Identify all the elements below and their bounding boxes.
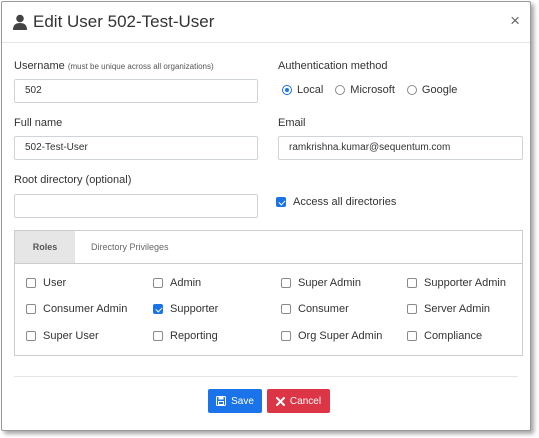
checkbox-checked-icon [153,304,163,314]
auth-radio-google[interactable]: Google [406,84,458,96]
role-label: Consumer Admin [43,303,128,315]
auth-radio-microsoft[interactable]: Microsoft [335,84,395,96]
role-reporting[interactable]: Reporting [153,330,218,342]
role-label: Super User [43,330,99,342]
username-label-text: Username [14,60,65,72]
floppy-disk-icon [216,396,227,406]
role-server-admin[interactable]: Server Admin [407,303,490,315]
cancel-button-label: Cancel [289,395,322,407]
role-label: Super Admin [298,277,361,289]
role-label: Compliance [424,330,483,342]
role-label: User [43,277,67,289]
cancel-button[interactable]: Cancel [267,389,330,413]
tab-directory-privileges[interactable]: Directory Privileges [91,231,169,263]
checkbox-icon [407,304,417,314]
role-admin[interactable]: Admin [153,277,201,289]
auth-method-label: Authentication method [278,60,388,72]
radio-unselected-icon [406,85,417,95]
role-label: Reporting [170,330,218,342]
footer-divider [14,376,518,377]
dialog-title: Edit User 502-Test-User [13,12,214,32]
username-label: Username (must be unique across all orga… [14,60,214,72]
role-supporter[interactable]: Supporter [153,303,218,315]
checkbox-icon [153,331,163,341]
checkbox-icon [26,331,36,341]
role-consumer-admin[interactable]: Consumer Admin [26,303,127,315]
tab-roles[interactable]: Roles [15,231,75,263]
radio-selected-icon [282,85,292,95]
checkbox-icon [281,304,291,314]
x-mark-icon [275,396,285,406]
checkbox-icon [407,278,417,288]
role-user[interactable]: User [26,277,66,289]
username-input[interactable]: 502 [14,79,258,103]
close-icon[interactable]: × [510,11,520,31]
access-all-directories-checkbox[interactable]: Access all directories [276,196,396,208]
role-compliance[interactable]: Compliance [407,330,482,342]
role-org-super-admin[interactable]: Org Super Admin [281,330,382,342]
email-label: Email [278,117,306,129]
checkbox-icon [153,278,163,288]
save-button[interactable]: Save [208,389,262,413]
auth-radio-google-label: Google [421,84,458,96]
dialog-header: Edit User 502-Test-User × [2,2,530,43]
role-label: Supporter [170,303,219,315]
role-supporter-admin[interactable]: Supporter Admin [407,277,506,289]
rootdir-label: Root directory (optional) [14,174,132,186]
tab-bar: Roles Directory Privileges [15,231,522,264]
email-input[interactable]: ramkrishna.kumar@sequentum.com [278,136,523,160]
checkbox-icon [281,278,291,288]
auth-radio-local[interactable]: Local [282,84,323,96]
dialog-title-text: Edit User 502-Test-User [33,12,215,31]
checkbox-icon [407,331,417,341]
checkbox-icon [26,278,36,288]
rootdir-input[interactable] [14,194,258,218]
role-label: Server Admin [424,303,491,315]
auth-method-radios: Local Microsoft Google [282,84,469,96]
fullname-input[interactable]: 502-Test-User [14,136,258,160]
role-super-user[interactable]: Super User [26,330,99,342]
checkbox-icon [281,331,291,341]
role-consumer[interactable]: Consumer [281,303,349,315]
checkbox-icon [26,304,36,314]
checkbox-checked-icon [276,197,286,207]
save-button-label: Save [231,395,254,407]
user-icon [13,14,27,30]
edit-user-dialog: Edit User 502-Test-User × Username (must… [1,1,531,431]
role-super-admin[interactable]: Super Admin [281,277,361,289]
role-label: Supporter Admin [424,277,506,289]
radio-unselected-icon [335,85,346,95]
auth-radio-local-label: Local [297,84,324,96]
role-label: Consumer [298,303,349,315]
username-hint: (must be unique across all organizations… [67,62,214,71]
access-all-directories-label: Access all directories [293,196,397,208]
role-label: Org Super Admin [298,330,383,342]
fullname-label: Full name [14,117,63,129]
roles-panel: Roles Directory Privileges User Admin Su… [14,230,523,356]
auth-radio-microsoft-label: Microsoft [350,84,395,96]
role-label: Admin [170,277,202,289]
